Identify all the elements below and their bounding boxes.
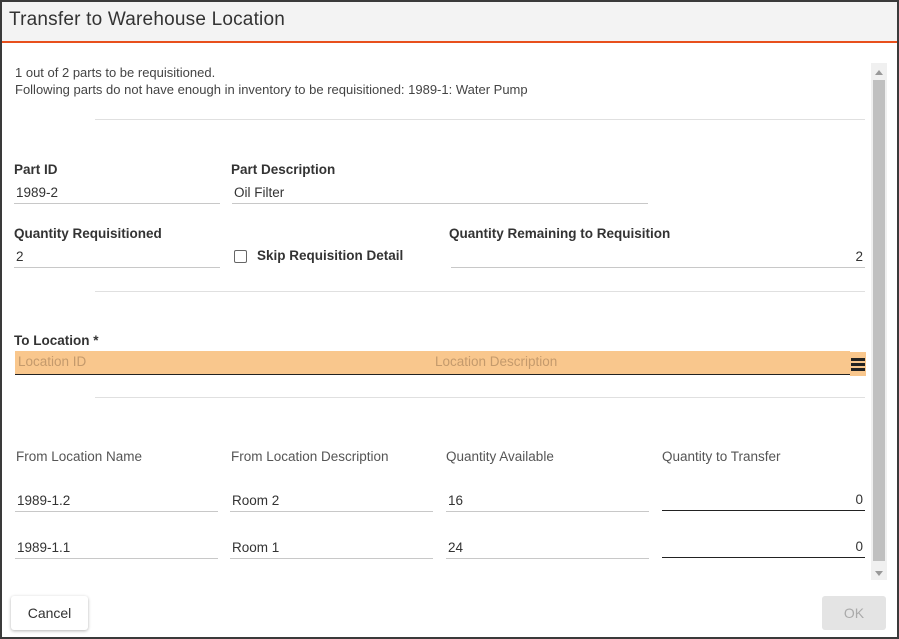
vertical-scrollbar[interactable] bbox=[871, 63, 887, 580]
to-location-label: To Location * bbox=[14, 333, 99, 348]
divider bbox=[95, 397, 865, 398]
list-lookup-icon[interactable] bbox=[850, 352, 866, 376]
skip-requisition-detail-label[interactable]: Skip Requisition Detail bbox=[257, 248, 403, 263]
quantity-available: 24 bbox=[446, 537, 649, 559]
quantity-to-transfer-input[interactable]: 0 bbox=[662, 489, 865, 511]
location-id-placeholder[interactable]: Location ID bbox=[18, 354, 86, 369]
quantity-to-transfer-input[interactable]: 0 bbox=[662, 536, 865, 558]
insufficient-inventory-message: Following parts do not have enough in in… bbox=[15, 82, 528, 97]
header-from-location-name: From Location Name bbox=[16, 449, 143, 464]
to-location-input[interactable]: Location ID Location Description bbox=[15, 351, 850, 375]
requisition-summary: 1 out of 2 parts to be requisitioned. bbox=[15, 65, 216, 80]
divider bbox=[95, 291, 865, 292]
header-from-location-description: From Location Description bbox=[231, 449, 389, 464]
part-id-field: 1989-2 bbox=[14, 182, 220, 204]
divider bbox=[95, 119, 865, 120]
ok-button[interactable]: OK bbox=[822, 596, 886, 630]
dialog-title: Transfer to Warehouse Location bbox=[9, 9, 286, 30]
scroll-down-arrow-icon[interactable] bbox=[875, 571, 883, 576]
from-location-description: Room 2 bbox=[230, 490, 433, 512]
cancel-button[interactable]: Cancel bbox=[11, 596, 88, 630]
quantity-requisitioned-label: Quantity Requisitioned bbox=[14, 226, 162, 241]
part-description-label: Part Description bbox=[231, 162, 336, 177]
part-id-label: Part ID bbox=[14, 162, 58, 177]
part-description-field: Oil Filter bbox=[232, 182, 648, 204]
scroll-up-arrow-icon[interactable] bbox=[875, 70, 883, 75]
quantity-requisitioned-field: 2 bbox=[14, 246, 220, 268]
from-location-description: Room 1 bbox=[230, 537, 433, 559]
from-location-name: 1989-1.1 bbox=[15, 537, 218, 559]
header-quantity-available: Quantity Available bbox=[446, 449, 554, 464]
location-description-placeholder[interactable]: Location Description bbox=[435, 354, 557, 369]
dialog-content: 1 out of 2 parts to be requisitioned. Fo… bbox=[2, 43, 897, 588]
from-location-name: 1989-1.2 bbox=[15, 490, 218, 512]
header-quantity-to-transfer: Quantity to Transfer bbox=[662, 449, 781, 464]
transfer-dialog: Transfer to Warehouse Location 1 out of … bbox=[2, 2, 897, 637]
quantity-available: 16 bbox=[446, 490, 649, 512]
quantity-remaining-label: Quantity Remaining to Requisition bbox=[449, 226, 671, 241]
skip-requisition-detail-checkbox[interactable] bbox=[234, 250, 247, 263]
scroll-thumb[interactable] bbox=[873, 80, 885, 561]
quantity-remaining-field: 2 bbox=[451, 246, 865, 268]
dialog-header: Transfer to Warehouse Location bbox=[2, 2, 897, 43]
